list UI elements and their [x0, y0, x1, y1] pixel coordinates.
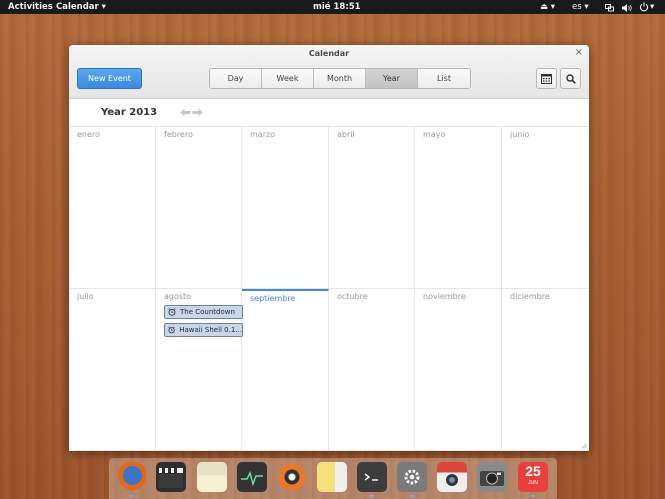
app-menu[interactable]: Calendar ▾: [56, 0, 106, 14]
month-cell-mayo[interactable]: mayo: [415, 127, 502, 289]
year-grid: enero febrero marzo abril mayo junio julio agos…: [69, 127, 589, 451]
year-label: Year 2013: [101, 107, 158, 118]
month-name: diciembre: [510, 292, 550, 301]
search-icon: [565, 73, 576, 84]
resize-grip-icon[interactable]: [581, 443, 587, 449]
system-monitor-icon[interactable]: [237, 462, 267, 492]
month-name: junio: [510, 130, 530, 139]
dock: 25 JUN: [109, 458, 557, 499]
month-name: enero: [77, 130, 100, 139]
month-cell-febrero[interactable]: febrero: [156, 127, 242, 289]
photos-icon[interactable]: [477, 462, 507, 492]
view-button-month[interactable]: Month: [314, 69, 366, 88]
running-indicator: [129, 495, 133, 497]
music-player-icon[interactable]: [277, 462, 307, 492]
year-nav-arrows: [180, 108, 203, 117]
language-menu[interactable]: es ▾: [572, 0, 589, 14]
month-name: octubre: [337, 292, 368, 301]
volume-icon[interactable]: [622, 3, 632, 12]
view-button-year[interactable]: Year: [366, 69, 418, 88]
firefox-icon[interactable]: [116, 462, 146, 492]
arrow-left-icon[interactable]: [180, 108, 191, 117]
month-name: noviembre: [423, 292, 466, 301]
month-cell-agosto[interactable]: agosto The Countdown Hawaii Shell 0.1...: [156, 289, 243, 451]
view-button-list[interactable]: List: [418, 69, 470, 88]
month-name: agosto: [164, 292, 192, 301]
month-name: abril: [337, 130, 355, 139]
today-button[interactable]: [536, 68, 557, 89]
month-cell-julio[interactable]: julio: [69, 289, 156, 451]
event-title: The Countdown: [180, 308, 235, 316]
month-cell-marzo[interactable]: marzo: [242, 127, 329, 289]
month-name: febrero: [164, 130, 193, 139]
running-indicator: [370, 495, 374, 497]
year-navigation: Year 2013: [69, 100, 589, 127]
alarm-icon: [168, 308, 176, 316]
top-panel: Activities Calendar ▾ mié 18:51 ⏏ ▾ es ▾…: [0, 0, 665, 14]
month-cell-abril[interactable]: abril: [329, 127, 415, 289]
calendar-app-day: 25: [525, 463, 541, 479]
calendar-app-icon[interactable]: 25 JUN: [518, 462, 548, 492]
document-viewer-icon[interactable]: [317, 462, 347, 492]
search-button[interactable]: [560, 68, 581, 89]
event-item[interactable]: Hawaii Shell 0.1...: [164, 323, 243, 337]
view-button-day[interactable]: Day: [210, 69, 262, 88]
month-cell-junio[interactable]: junio: [502, 127, 589, 289]
eject-menu[interactable]: ⏏ ▾: [540, 0, 555, 14]
month-name: mayo: [423, 130, 446, 139]
settings-icon[interactable]: [397, 462, 427, 492]
view-button-week[interactable]: Week: [262, 69, 314, 88]
event-title: Hawaii Shell 0.1...: [179, 326, 242, 334]
event-item[interactable]: The Countdown: [164, 305, 243, 319]
running-indicator: [410, 495, 414, 497]
power-icon[interactable]: [639, 2, 649, 12]
camera-icon[interactable]: [437, 462, 467, 492]
network-icon[interactable]: [605, 3, 614, 12]
month-name: julio: [77, 292, 94, 301]
calendar-app-month: JUN: [528, 480, 538, 486]
files-icon[interactable]: [197, 462, 227, 492]
activities-button[interactable]: Activities: [8, 0, 53, 14]
month-name: marzo: [250, 130, 276, 139]
calendar-window: Calendar × New Event Day Week Month Year Lis…: [69, 45, 589, 451]
month-cell-octubre[interactable]: octubre: [329, 289, 415, 451]
power-menu-arrow[interactable]: ▾: [650, 0, 654, 14]
window-title: Calendar: [308, 49, 350, 58]
terminal-icon[interactable]: [357, 462, 387, 492]
arrow-right-icon[interactable]: [192, 108, 203, 117]
month-cell-enero[interactable]: enero: [69, 127, 156, 289]
clock[interactable]: mié 18:51: [313, 0, 361, 14]
alarm-icon: [168, 326, 175, 334]
calendar-icon: [541, 73, 552, 84]
video-player-icon[interactable]: [156, 462, 186, 492]
new-event-button[interactable]: New Event: [77, 68, 142, 89]
month-cell-noviembre[interactable]: noviembre: [415, 289, 502, 451]
view-switcher: Day Week Month Year List: [209, 68, 471, 89]
month-name: septiembre: [250, 294, 296, 303]
header-bar: Calendar × New Event Day Week Month Year Lis…: [69, 45, 589, 99]
month-cell-septiembre[interactable]: septiembre: [242, 289, 329, 451]
close-button[interactable]: ×: [575, 47, 583, 58]
month-cell-diciembre[interactable]: diciembre: [502, 289, 589, 451]
running-indicator: [531, 495, 535, 497]
